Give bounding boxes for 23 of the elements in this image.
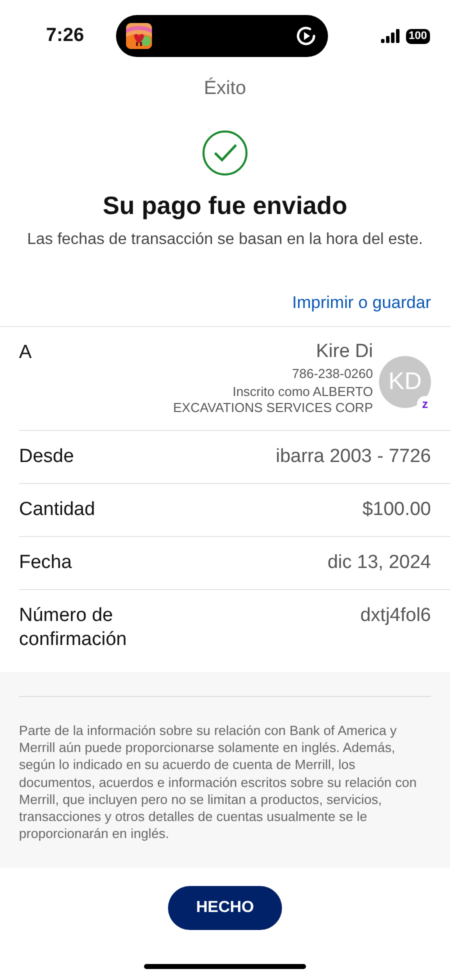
- detail-label: Desde: [19, 445, 75, 469]
- detail-label: Número de confirmación: [19, 604, 128, 652]
- detail-value: dxtj4fol6: [360, 604, 431, 628]
- recipient-phone: 786-238-0260: [292, 366, 373, 381]
- status-time: 7:26: [46, 25, 86, 47]
- check-icon: [202, 130, 248, 176]
- result-subtitle: Las fechas de transacción se basan en la hora del este.: [26, 231, 424, 249]
- detail-label: Cantidad: [19, 498, 96, 522]
- screen-title: Éxito: [202, 78, 248, 100]
- disclaimer-text: Parte de la información sobre su relación con Bank of America y Merrill aún puede proporcionarse solamente en inglés. Además, según lo indicado en su acuerdo de cuenta de Merrill, los documentos, acuerdos e información escritos sobre su relación con Merrill, que incluyen pero no se limitan a productos, servicios, transacciones y otros detalles de cuentas usualmente se le proporcionarán en inglés.: [19, 722, 418, 842]
- detail-value: dic 13, 2024: [327, 551, 431, 575]
- result-title: Su pago fue enviado: [102, 192, 348, 221]
- detail-value: $100.00: [362, 498, 431, 522]
- detail-value: ibarra 2003 - 7726: [276, 445, 431, 469]
- battery-level: 100: [406, 28, 430, 44]
- done-button[interactable]: HECHO: [168, 886, 282, 930]
- print-link[interactable]: Imprimir o guardar: [292, 293, 431, 313]
- recipient-name: Kire Di: [316, 341, 373, 363]
- detail-label: Fecha: [19, 551, 73, 575]
- play-icon[interactable]: [294, 24, 318, 48]
- signal-icon: [380, 29, 401, 43]
- recipient-enrollment: Inscrito como ALBERTO EXCAVATIONS SERVICES CORP: [172, 384, 373, 416]
- detail-label: A: [19, 341, 33, 365]
